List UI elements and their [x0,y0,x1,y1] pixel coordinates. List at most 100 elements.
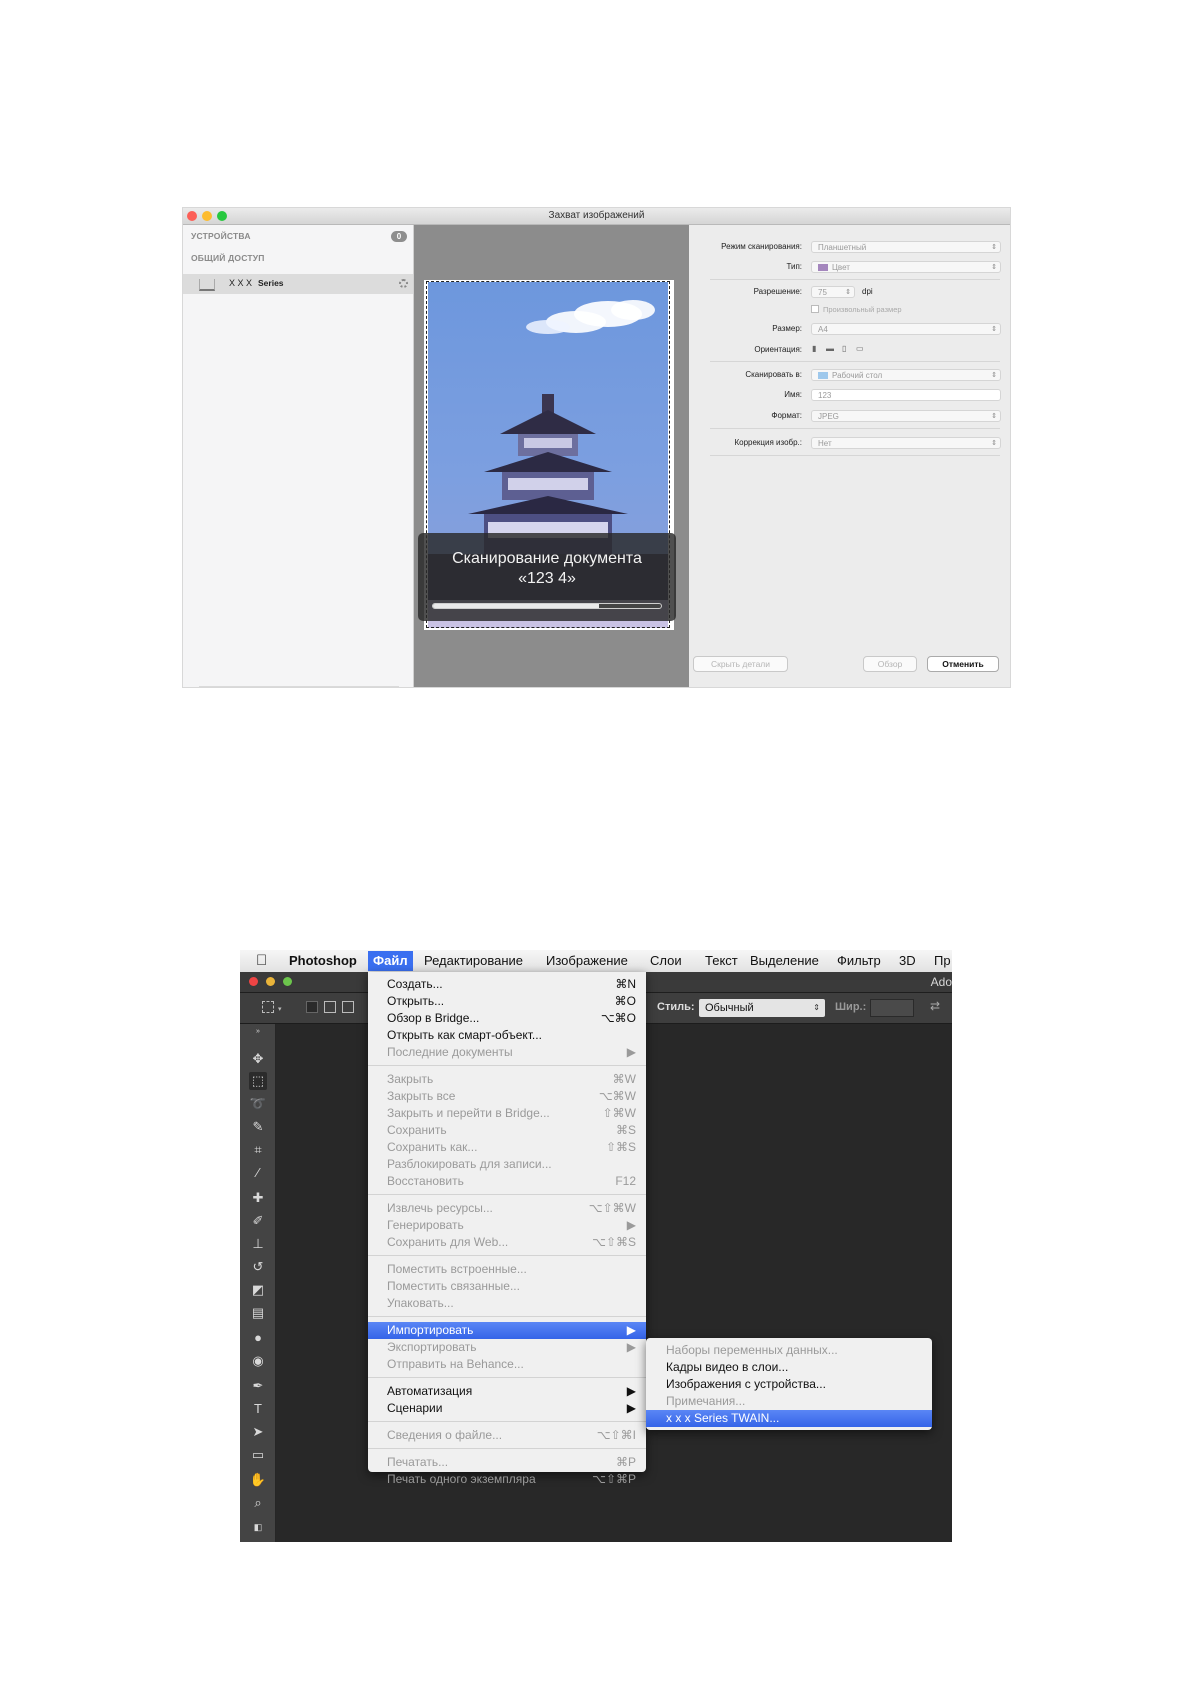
eraser-tool-icon[interactable]: ◩ [249,1281,267,1299]
resolution-field[interactable]: 75 ⇕ [811,286,855,298]
file-menu-item[interactable]: Восстановить F12 [368,1173,646,1190]
brush-tool-icon[interactable]: ✐ [249,1212,267,1230]
add-selection-icon[interactable] [324,1001,336,1013]
size-select[interactable]: A4 ⇕ [811,323,1001,335]
hand-tool-icon[interactable]: ✋ [249,1471,267,1489]
file-menu-item[interactable]: Экспортировать ▶ [368,1339,646,1356]
clone-stamp-tool-icon[interactable]: ⊥ [249,1235,267,1253]
file-menu-item[interactable]: Закрыть и перейти в Bridge... ⇧⌘W [368,1105,646,1122]
file-menu-item[interactable]: Последние документы ▶ [368,1044,646,1061]
portrait-orientation-icon[interactable]: ▮ [812,344,824,354]
dodge-tool-icon[interactable]: ◉ [249,1352,267,1370]
crop-tool-icon[interactable]: ⌗ [249,1141,267,1159]
panel-collapse-icon[interactable]: » [249,1028,267,1036]
quick-selection-tool-icon[interactable]: ✎ [249,1118,267,1136]
file-menu-item[interactable]: Печатать... ⌘P [368,1454,646,1471]
correction-select[interactable]: Нет ⇕ [811,437,1001,449]
settings-divider [710,279,1000,280]
chevron-updown-icon: ⇕ [991,264,997,271]
path-selection-tool-icon[interactable]: ➤ [249,1423,267,1441]
file-menu-item[interactable]: Поместить связанные... [368,1278,646,1295]
custom-size-checkbox[interactable] [811,305,819,313]
history-brush-tool-icon[interactable]: ↺ [249,1258,267,1276]
hide-details-button[interactable]: Скрыть детали [693,656,788,672]
type-tool-icon[interactable]: T [249,1400,267,1418]
menu-view-partial[interactable]: Пр [934,953,951,968]
type-select[interactable]: Цвет ⇕ [811,261,1001,273]
eyedropper-tool-icon[interactable]: ⁄ [249,1164,267,1182]
menu-file[interactable]: Файл [368,951,413,971]
menu-edit[interactable]: Редактирование [424,953,523,968]
format-select[interactable]: JPEG ⇕ [811,410,1001,422]
lasso-tool-icon[interactable]: ➰ [249,1095,267,1113]
file-menu-item[interactable]: Закрыть все ⌥⌘W [368,1088,646,1105]
apple-menu-icon[interactable]:  [256,952,267,969]
overview-button[interactable]: Обзор [863,656,917,672]
file-menu-item[interactable]: Создать... ⌘N [368,976,646,993]
menu-3d[interactable]: 3D [899,953,916,968]
zoom-tool-icon[interactable]: ⌕ [249,1494,267,1512]
menu-select[interactable]: Выделение [750,953,819,968]
mode-label: Режим сканирования: [721,242,802,251]
menu-type[interactable]: Текст [705,953,738,968]
menu-item-label: Наборы переменных данных... [666,1343,838,1357]
name-input[interactable]: 123 [811,389,1001,401]
chevron-down-icon[interactable]: ▾ [278,1005,282,1013]
blur-tool-icon[interactable]: ● [249,1329,267,1347]
menu-image[interactable]: Изображение [546,953,628,968]
import-submenu-item[interactable]: Наборы переменных данных... [646,1342,932,1359]
menu-item-label: Закрыть и перейти в Bridge... [387,1106,550,1120]
file-menu-item[interactable]: Сохранить ⌘S [368,1122,646,1139]
menu-photoshop[interactable]: Photoshop [289,953,357,968]
marquee-preset-icon[interactable] [262,1001,274,1013]
menu-filter[interactable]: Фильтр [837,953,881,968]
zoom-window-button[interactable] [283,977,292,986]
default-colors-icon[interactable]: ◧ [249,1518,267,1536]
style-select[interactable]: Обычный ⇕ [699,999,825,1017]
file-menu-item[interactable]: Генерировать ▶ [368,1217,646,1234]
file-menu-item[interactable]: Сведения о файле... ⌥⇧⌘I [368,1427,646,1444]
mode-select[interactable]: Планшетный ⇕ [811,241,1001,253]
rectangular-marquee-tool-icon[interactable]: ⬚ [249,1072,267,1090]
new-selection-icon[interactable] [306,1001,318,1013]
pen-tool-icon[interactable]: ✒ [249,1377,267,1395]
file-menu-item[interactable]: Обзор в Bridge... ⌥⌘O [368,1010,646,1027]
file-menu-item[interactable]: Отправить на Behance... [368,1356,646,1373]
minimize-window-button[interactable] [266,977,275,986]
file-menu-item[interactable]: Импортировать ▶ [368,1322,646,1339]
cancel-button[interactable]: Отменить [927,656,999,672]
file-menu-item[interactable]: Закрыть ⌘W [368,1071,646,1088]
file-menu-item[interactable]: Упаковать... [368,1295,646,1312]
landscape-flipped-orientation-icon[interactable]: ▭ [856,344,868,354]
healing-brush-tool-icon[interactable]: ✚ [249,1189,267,1207]
file-menu-item[interactable]: Открыть как смарт-объект... [368,1027,646,1044]
resolution-value: 75 [818,288,827,297]
subtract-selection-icon[interactable] [342,1001,354,1013]
file-menu-item[interactable]: Автоматизация ▶ [368,1383,646,1400]
width-input[interactable] [870,999,914,1017]
menu-layers[interactable]: Слои [650,953,682,968]
import-submenu-item[interactable]: Кадры видео в слои... [646,1359,932,1376]
sidebar-item-scanner[interactable]: X X X Series [183,274,413,294]
file-menu-item[interactable]: Сохранить как... ⇧⌘S [368,1139,646,1156]
gradient-tool-icon[interactable]: ▤ [249,1304,267,1322]
file-menu-item[interactable]: Открыть... ⌘O [368,993,646,1010]
move-tool-icon[interactable]: ✥ [249,1050,267,1068]
file-menu-item[interactable]: Сценарии ▶ [368,1400,646,1417]
menu-item-label: Закрыть [387,1072,434,1086]
file-menu-item[interactable]: Извлечь ресурсы... ⌥⇧⌘W [368,1200,646,1217]
folder-icon [818,372,828,379]
import-submenu-item[interactable]: Примечания... [646,1393,932,1410]
import-submenu-item[interactable]: Изображения с устройства... [646,1376,932,1393]
close-window-button[interactable] [249,977,258,986]
file-menu-item[interactable]: Разблокировать для записи... [368,1156,646,1173]
portrait-flipped-orientation-icon[interactable]: ▯ [842,344,854,354]
landscape-orientation-icon[interactable]: ▬ [826,344,838,354]
scan-to-select[interactable]: Рабочий стол ⇕ [811,369,1001,381]
swap-icon[interactable]: ⇄ [930,999,940,1013]
file-menu-item[interactable]: Поместить встроенные... [368,1261,646,1278]
import-submenu-item[interactable]: x x x Series TWAIN... [646,1410,932,1427]
file-menu-item[interactable]: Печать одного экземпляра ⌥⇧⌘P [368,1471,646,1488]
file-menu-item[interactable]: Сохранить для Web... ⌥⇧⌘S [368,1234,646,1251]
rectangle-tool-icon[interactable]: ▭ [249,1446,267,1464]
